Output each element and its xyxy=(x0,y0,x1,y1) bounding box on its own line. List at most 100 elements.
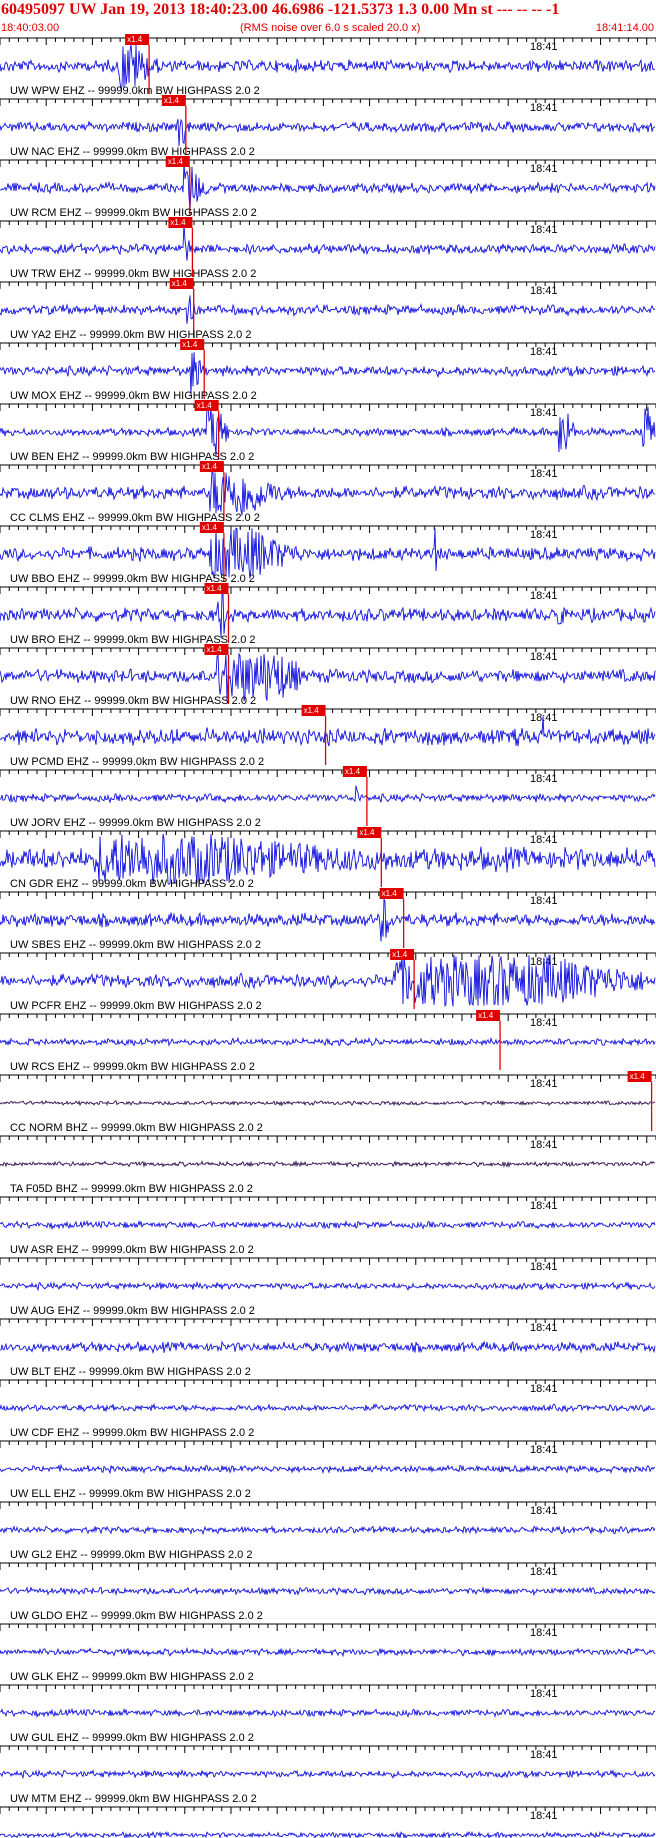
station-label: UW BLT EHZ -- 99999.0km BW HIGHPASS 2.0 … xyxy=(10,1366,251,1378)
tick-time-label: 18:41 xyxy=(530,1078,558,1090)
waveform xyxy=(0,785,656,804)
trace-row: 18:41 UW GLDO EHZ -- 99999.0km BW HIGHPAS… xyxy=(0,1562,656,1622)
waveform xyxy=(0,352,656,396)
station-label: UW GUL EHZ -- 99999.0km BW HIGHPASS 2.0 … xyxy=(10,1732,254,1744)
pick-marker-label: x1.4 xyxy=(206,584,222,593)
trace-row: 18:41x1.4UW BRO EHZ -- 99999.0km BW HIGH… xyxy=(0,583,656,646)
waveform xyxy=(0,1340,656,1355)
waveform xyxy=(0,118,656,147)
trace-row: 18:41 UW GL2 EHZ -- 99999.0km BW HIGHPASS… xyxy=(0,1501,656,1561)
station-label: UW ELL EHZ -- 99999.0km BW HIGHPASS 2.0 … xyxy=(10,1488,251,1500)
waveform xyxy=(0,1768,656,1780)
trace-row: 18:41 UW ELL EHZ -- 99999.0km BW HIGHPASS… xyxy=(0,1440,656,1500)
tick-time-label: 18:41 xyxy=(530,41,558,53)
pick-marker-label: x1.4 xyxy=(392,950,408,959)
pick-marker-label: x1.4 xyxy=(182,340,198,349)
station-label: UW GL2 EHZ -- 99999.0km BW HIGHPASS 2.0 … xyxy=(10,1549,252,1561)
trace-row: 18:41 UW CDF EHZ -- 99999.0km BW HIGHPASS… xyxy=(0,1379,656,1439)
trace-row: 18:41 x1.4 CN GDR EHZ -- 99999.0km BW HIGH… xyxy=(0,827,656,890)
pick-marker-label: x1.4 xyxy=(202,523,218,532)
trace-row: 18:41 TA F05D BHZ -- 99999.0km BW HIGHPAS… xyxy=(0,1135,656,1195)
tick-time-label: 18:41 xyxy=(530,1566,558,1578)
station-label: TA F05D BHZ -- 99999.0km BW HIGHPASS 2.0… xyxy=(10,1183,253,1195)
station-label: UW TRW EHZ -- 99999.0km BW HIGHPASS 2.0 … xyxy=(10,268,256,280)
trace-row: 18:41x1.4UW PCFR EHZ -- 99999.0km BW HIG… xyxy=(0,949,656,1012)
tick-time-label: 18:41 xyxy=(530,1017,558,1029)
station-label: UW YA2 EHZ -- 99999.0km BW HIGHPASS 2.0 … xyxy=(10,329,251,341)
station-label: UW AUG EHZ -- 99999.0km BW HIGHPASS 2.0 … xyxy=(10,1305,255,1317)
pick-marker-label: x1.4 xyxy=(172,279,188,288)
pick-marker-label: x1.4 xyxy=(382,889,398,898)
trace-row: 18:41 UW AUG EHZ -- 99999.0km BW HIGHPASS… xyxy=(0,1257,656,1317)
waveform xyxy=(0,1646,656,1658)
trace-row: 18:41x1.4UW BEN EHZ -- 99999.0km BW HIGH… xyxy=(0,400,656,463)
trace-row: 18:41 x1.4 UW WPW EHZ -- 99999.0km BW HIGH… xyxy=(0,34,656,97)
pick-marker-label: x1.4 xyxy=(127,35,143,44)
trace-row: 18:41 x1.4 UW TRW EHZ -- 99999.0km BW HIGH… xyxy=(0,217,656,280)
tick-time-label: 18:41 xyxy=(530,1688,558,1700)
tick-time-label: 18:41 xyxy=(530,834,558,846)
trace-row: 18:41x1.4UW BBO EHZ -- 99999.0km BW HIGH… xyxy=(0,522,656,585)
pick-marker-label: x1.4 xyxy=(345,767,361,776)
tick-time-label: 18:41 xyxy=(530,1505,558,1517)
trace-row: 18:41 UW BLT EHZ -- 99999.0km BW HIGHPASS… xyxy=(0,1318,656,1378)
tick-time-label: 18:41 xyxy=(530,102,558,114)
waveform xyxy=(0,1099,656,1107)
station-label: CN GDR EHZ -- 99999.0km BW HIGHPASS 2.0 … xyxy=(10,878,254,890)
pick-marker-label: x1.4 xyxy=(478,1011,494,1020)
tick-time-label: 18:41 xyxy=(530,895,558,907)
station-label: UW PCMD EHZ -- 99999.0km BW HIGHPASS 2.0… xyxy=(10,756,264,768)
trace-row: 18:41 x1.4 UW JORV EHZ -- 99999.0km BW HIG… xyxy=(0,766,656,829)
pick-marker-label: x1.4 xyxy=(170,218,186,227)
waveform xyxy=(0,1525,656,1536)
station-label: UW WPW EHZ -- 99999.0km BW HIGHPASS 2.0 … xyxy=(10,85,260,97)
trace-row: 18:41 UW GLK EHZ -- 99999.0km BW HIGHPASS… xyxy=(0,1623,656,1683)
trace-row: 18:41 x1.4 UW SBES EHZ -- 99999.0km BW HIG… xyxy=(0,888,656,951)
station-label: UW GLDO EHZ -- 99999.0km BW HIGHPASS 2.0… xyxy=(10,1610,263,1622)
station-label: UW RCS EHZ -- 99999.0km BW HIGHPASS 2.0 … xyxy=(10,1061,255,1073)
tick-time-label: 18:41 xyxy=(530,1200,558,1212)
station-label: UW MOX EHZ -- 99999.0km BW HIGHPASS 2.0 … xyxy=(10,390,257,402)
tick-time-label: 18:41 xyxy=(530,1383,558,1395)
tick-time-label: 18:41 xyxy=(530,773,558,785)
station-label: UW ASR EHZ -- 99999.0km BW HIGHPASS 2.0 … xyxy=(10,1244,254,1256)
trace-row: 18:41 x1.4 UW RCS EHZ -- 99999.0km BW HIGH… xyxy=(0,1010,656,1073)
pick-marker-label: x1.4 xyxy=(168,157,184,166)
trace-row: 18:41 x1.4 UW YA2 EHZ -- 99999.0km BW HIGH… xyxy=(0,278,656,341)
waveform xyxy=(0,1036,656,1047)
tick-time-label: 18:41 xyxy=(530,1749,558,1761)
pick-marker-label: x1.4 xyxy=(202,462,218,471)
pick-marker-label: x1.4 xyxy=(197,401,213,410)
waveform xyxy=(0,1463,656,1475)
station-label: UW SBES EHZ -- 99999.0km BW HIGHPASS 2.0… xyxy=(10,939,261,951)
tick-time-label: 18:41 xyxy=(530,1261,558,1273)
trace-row: 18:41x1.4CC CLMS EHZ -- 99999.0km BW HIG… xyxy=(0,461,656,524)
trace-row: 18:41 UW GUL EHZ -- 99999.0km BW HIGHPASS… xyxy=(0,1684,656,1744)
trace-row: 18:41 UW MTM EHZ -- 99999.0km BW HIGHPASS… xyxy=(0,1745,656,1805)
pick-marker-label: x1.4 xyxy=(304,706,320,715)
trace-row: 18:41 x1.4 UW NAC EHZ -- 99999.0km BW HIGH… xyxy=(0,95,656,158)
waveform xyxy=(0,1830,656,1838)
tick-time-label: 18:41 xyxy=(530,651,558,663)
trace-row: 18:41 x1.4 UW RCM EHZ -- 99999.0km BW HIGH… xyxy=(0,156,656,219)
station-label: UW GLK EHZ -- 99999.0km BW HIGHPASS 2.0 … xyxy=(10,1671,254,1683)
trace-row: 18:41 x1.4 UW RNO EHZ -- 99999.0km BW HIGH… xyxy=(0,644,656,707)
pick-marker-label: x1.4 xyxy=(206,645,222,654)
station-label: UW MTM EHZ -- 99999.0km BW HIGHPASS 2.0 … xyxy=(10,1793,257,1805)
tick-time-label: 18:41 xyxy=(530,224,558,236)
trace-row: 18:41 x1.4 CC NORM BHZ -- 99999.0km BW HIG… xyxy=(0,1071,656,1134)
tick-time-label: 18:41 xyxy=(530,1322,558,1334)
tick-time-label: 18:41 xyxy=(530,1139,558,1151)
tick-time-label: 18:41 xyxy=(530,1627,558,1639)
waveform xyxy=(0,295,656,324)
tick-time-label: 18:41 xyxy=(530,407,558,419)
station-label: UW PCFR EHZ -- 99999.0km BW HIGHPASS 2.0… xyxy=(10,1000,262,1012)
trace-row: 18:41 UW ASR EHZ -- 99999.0km BW HIGHPASS… xyxy=(0,1196,656,1256)
tick-time-label: 18:41 xyxy=(530,712,558,724)
waveform xyxy=(0,1585,656,1597)
tick-time-label: 18:41 xyxy=(530,468,558,480)
waveform xyxy=(0,1280,656,1292)
station-label: UW RCM EHZ -- 99999.0km BW HIGHPASS 2.0 … xyxy=(10,207,257,219)
station-label: UW JORV EHZ -- 99999.0km BW HIGHPASS 2.0… xyxy=(10,817,261,829)
tick-time-label: 18:41 xyxy=(530,529,558,541)
